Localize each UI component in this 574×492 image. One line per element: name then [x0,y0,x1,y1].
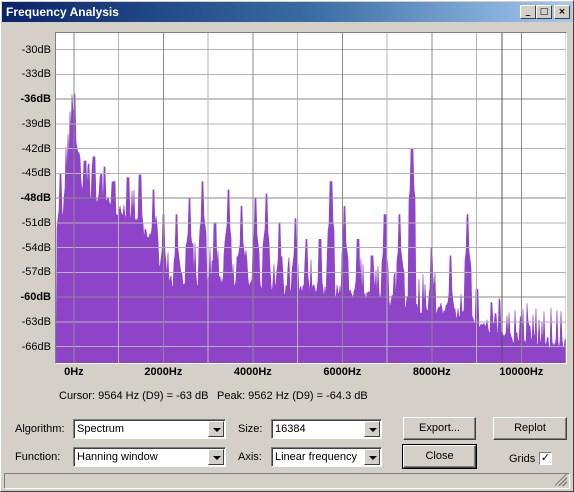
y-tick-label: -30dB [21,43,51,56]
x-tick-label: 10000Hz [499,366,544,378]
grids-checkbox[interactable]: ✓ [539,452,552,465]
window-title: Frequency Analysis [6,5,119,19]
y-tick-label: -54dB [21,241,51,254]
axis-label: Axis: [238,451,262,463]
spectrum-area [56,93,566,363]
algorithm-select[interactable]: Spectrum [73,419,226,439]
y-tick-label: -45dB [21,167,51,180]
size-label: Size: [238,423,263,435]
size-select[interactable]: 16384 [271,419,382,439]
status-bar [4,473,570,489]
close-button[interactable]: Close [402,444,477,469]
close-window-button[interactable]: × [554,5,570,19]
peak-readout: Peak: 9562 Hz (D9) = -64.3 dB [217,390,368,402]
export-button[interactable]: Export... [403,417,476,440]
size-value: 16384 [275,423,306,435]
resize-grip-icon[interactable] [555,474,567,486]
algorithm-value: Spectrum [77,423,125,435]
frequency-analysis-window: Frequency Analysis _ □ × -30dB -33dB -36dB… [0,0,574,492]
chevron-down-icon[interactable] [208,421,224,437]
title-bar[interactable]: Frequency Analysis _ □ × [2,2,572,22]
y-tick-label: -57dB [21,266,51,279]
y-tick-label: -48dB [20,192,51,204]
spectrum-svg [56,33,566,363]
spectrum-plot[interactable] [55,32,567,364]
algorithm-label: Algorithm: [15,423,65,435]
y-tick-label: -51dB [21,216,51,229]
function-select[interactable]: Hanning window [73,447,226,467]
y-tick-label: -36dB [20,93,51,105]
minimize-button[interactable]: _ [520,5,536,19]
x-tick-label: 4000Hz [233,366,272,378]
maximize-button[interactable]: □ [536,5,552,19]
axis-value: Linear frequency [275,451,357,463]
x-tick-label: 2000Hz [144,366,183,378]
cursor-readout: Cursor: 9564 Hz (D9) = -63 dB [59,390,209,402]
y-tick-label: -39dB [21,117,51,130]
x-tick-label: 6000Hz [323,366,362,378]
y-tick-label: -60dB [20,291,51,303]
y-tick-label: -66dB [21,340,51,353]
y-tick-label: -42dB [21,142,51,155]
function-value: Hanning window [77,451,158,463]
chevron-down-icon[interactable] [208,449,224,465]
replot-button[interactable]: Replot [493,417,567,440]
axis-select[interactable]: Linear frequency [271,447,382,467]
x-tick-label: 8000Hz [412,366,451,378]
chevron-down-icon[interactable] [364,449,380,465]
function-label: Function: [15,451,61,463]
grids-label: Grids [509,453,536,465]
y-tick-label: -63dB [21,315,51,328]
chevron-down-icon[interactable] [364,421,380,437]
x-tick-label: 0Hz [64,366,84,378]
y-tick-label: -33dB [21,68,51,81]
